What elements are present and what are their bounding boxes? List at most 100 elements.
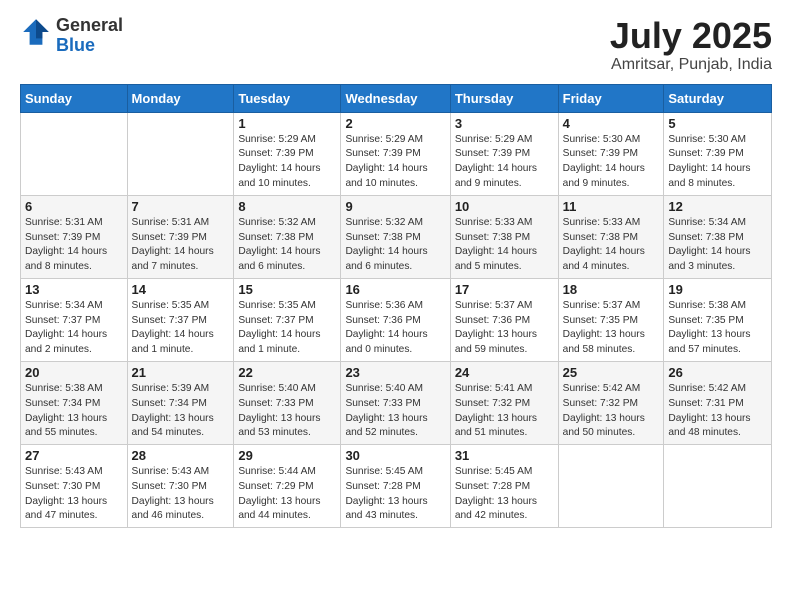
day-info: Sunrise: 5:29 AM Sunset: 7:39 PM Dayligh…: [455, 133, 554, 192]
day-number: 26: [668, 365, 767, 380]
day-number: 18: [563, 282, 660, 297]
calendar-cell: 8Sunrise: 5:32 AM Sunset: 7:38 PM Daylig…: [234, 195, 341, 278]
calendar-week-2: 6Sunrise: 5:31 AM Sunset: 7:39 PM Daylig…: [21, 195, 772, 278]
month-title: July 2025: [610, 16, 772, 56]
day-info: Sunrise: 5:31 AM Sunset: 7:39 PM Dayligh…: [132, 216, 230, 275]
weekday-sunday: Sunday: [21, 84, 128, 112]
calendar-cell: 13 Sunrise: 5:34 AM Sunset: 7:37 PM Dayli…: [21, 278, 128, 361]
logo: General Blue: [20, 16, 123, 56]
calendar-cell: 29 Sunrise: 5:44 AM Sunset: 7:29 PM Dayli…: [234, 445, 341, 528]
day-number: 7: [132, 199, 230, 214]
day-number: 27: [25, 448, 123, 463]
day-info: Sunrise: 5:30 AM Sunset: 7:39 PM Dayligh…: [668, 133, 767, 192]
day-number: 2: [345, 116, 445, 131]
calendar-cell: 5Sunrise: 5:30 AM Sunset: 7:39 PM Daylig…: [664, 112, 772, 195]
day-info: Sunrise: 5:35 AM Sunset: 7:37 PM Dayligh…: [132, 299, 230, 358]
calendar-cell: 27 Sunrise: 5:43 AM Sunset: 7:30 PM Dayli…: [21, 445, 128, 528]
calendar-cell: 26 Sunrise: 5:42 AM Sunset: 7:31 PM Dayli…: [664, 361, 772, 444]
day-info: Sunrise: 5:43 AM Sunset: 7:30 PM Dayligh…: [25, 465, 123, 524]
day-info: Sunrise: 5:39 AM Sunset: 7:34 PM Dayligh…: [132, 382, 230, 441]
day-number: 17: [455, 282, 554, 297]
day-number: 30: [345, 448, 445, 463]
weekday-saturday: Saturday: [664, 84, 772, 112]
calendar-cell: 17 Sunrise: 5:37 AM Sunset: 7:36 PM Dayli…: [450, 278, 558, 361]
weekday-wednesday: Wednesday: [341, 84, 450, 112]
calendar-cell: 7 Sunrise: 5:31 AM Sunset: 7:39 PM Daylig…: [127, 195, 234, 278]
calendar-cell: 30 Sunrise: 5:45 AM Sunset: 7:28 PM Dayli…: [341, 445, 450, 528]
weekday-friday: Friday: [558, 84, 664, 112]
logo-text: General Blue: [56, 16, 123, 56]
day-info: Sunrise: 5:34 AM Sunset: 7:37 PM Dayligh…: [25, 299, 123, 358]
calendar-cell: 16Sunrise: 5:36 AM Sunset: 7:36 PM Dayli…: [341, 278, 450, 361]
calendar-table: SundayMondayTuesdayWednesdayThursdayFrid…: [20, 84, 772, 529]
day-number: 21: [132, 365, 230, 380]
calendar-cell: 24 Sunrise: 5:41 AM Sunset: 7:32 PM Dayli…: [450, 361, 558, 444]
page: General Blue July 2025 Amritsar, Punjab,…: [0, 0, 792, 612]
calendar-cell: 18Sunrise: 5:37 AM Sunset: 7:35 PM Dayli…: [558, 278, 664, 361]
day-info: Sunrise: 5:45 AM Sunset: 7:28 PM Dayligh…: [345, 465, 445, 524]
day-info: Sunrise: 5:29 AM Sunset: 7:39 PM Dayligh…: [345, 133, 445, 192]
day-number: 31: [455, 448, 554, 463]
calendar-week-5: 27 Sunrise: 5:43 AM Sunset: 7:30 PM Dayli…: [21, 445, 772, 528]
day-info: Sunrise: 5:35 AM Sunset: 7:37 PM Dayligh…: [238, 299, 336, 358]
calendar-cell: 20Sunrise: 5:38 AM Sunset: 7:34 PM Dayli…: [21, 361, 128, 444]
day-number: 24: [455, 365, 554, 380]
day-info: Sunrise: 5:44 AM Sunset: 7:29 PM Dayligh…: [238, 465, 336, 524]
day-info: Sunrise: 5:29 AM Sunset: 7:39 PM Dayligh…: [238, 133, 336, 192]
calendar-cell: 1 Sunrise: 5:29 AM Sunset: 7:39 PM Daylig…: [234, 112, 341, 195]
calendar-cell: 28 Sunrise: 5:43 AM Sunset: 7:30 PM Dayli…: [127, 445, 234, 528]
weekday-tuesday: Tuesday: [234, 84, 341, 112]
day-number: 4: [563, 116, 660, 131]
day-number: 19: [668, 282, 767, 297]
day-info: Sunrise: 5:45 AM Sunset: 7:28 PM Dayligh…: [455, 465, 554, 524]
day-info: Sunrise: 5:34 AM Sunset: 7:38 PM Dayligh…: [668, 216, 767, 275]
calendar-cell: [664, 445, 772, 528]
logo-icon: [20, 16, 52, 48]
calendar-cell: 4 Sunrise: 5:30 AM Sunset: 7:39 PM Daylig…: [558, 112, 664, 195]
logo-blue-text: Blue: [56, 36, 123, 56]
day-info: Sunrise: 5:41 AM Sunset: 7:32 PM Dayligh…: [455, 382, 554, 441]
calendar-cell: 14Sunrise: 5:35 AM Sunset: 7:37 PM Dayli…: [127, 278, 234, 361]
day-info: Sunrise: 5:33 AM Sunset: 7:38 PM Dayligh…: [455, 216, 554, 275]
day-info: Sunrise: 5:33 AM Sunset: 7:38 PM Dayligh…: [563, 216, 660, 275]
calendar-week-3: 13 Sunrise: 5:34 AM Sunset: 7:37 PM Dayli…: [21, 278, 772, 361]
day-info: Sunrise: 5:40 AM Sunset: 7:33 PM Dayligh…: [345, 382, 445, 441]
day-info: Sunrise: 5:32 AM Sunset: 7:38 PM Dayligh…: [345, 216, 445, 275]
day-number: 22: [238, 365, 336, 380]
day-info: Sunrise: 5:43 AM Sunset: 7:30 PM Dayligh…: [132, 465, 230, 524]
calendar-week-1: 1 Sunrise: 5:29 AM Sunset: 7:39 PM Daylig…: [21, 112, 772, 195]
day-number: 13: [25, 282, 123, 297]
day-number: 11: [563, 199, 660, 214]
day-number: 28: [132, 448, 230, 463]
day-number: 1: [238, 116, 336, 131]
calendar-cell: [558, 445, 664, 528]
weekday-monday: Monday: [127, 84, 234, 112]
day-info: Sunrise: 5:30 AM Sunset: 7:39 PM Dayligh…: [563, 133, 660, 192]
calendar-cell: 3Sunrise: 5:29 AM Sunset: 7:39 PM Daylig…: [450, 112, 558, 195]
location-title: Amritsar, Punjab, India: [610, 56, 772, 74]
calendar-cell: 2 Sunrise: 5:29 AM Sunset: 7:39 PM Daylig…: [341, 112, 450, 195]
calendar-cell: [21, 112, 128, 195]
day-number: 10: [455, 199, 554, 214]
calendar-cell: 21 Sunrise: 5:39 AM Sunset: 7:34 PM Dayli…: [127, 361, 234, 444]
day-info: Sunrise: 5:36 AM Sunset: 7:36 PM Dayligh…: [345, 299, 445, 358]
calendar-cell: 22 Sunrise: 5:40 AM Sunset: 7:33 PM Dayli…: [234, 361, 341, 444]
day-info: Sunrise: 5:38 AM Sunset: 7:35 PM Dayligh…: [668, 299, 767, 358]
day-info: Sunrise: 5:42 AM Sunset: 7:32 PM Dayligh…: [563, 382, 660, 441]
day-number: 8: [238, 199, 336, 214]
day-info: Sunrise: 5:40 AM Sunset: 7:33 PM Dayligh…: [238, 382, 336, 441]
weekday-header-row: SundayMondayTuesdayWednesdayThursdayFrid…: [21, 84, 772, 112]
day-number: 23: [345, 365, 445, 380]
day-info: Sunrise: 5:37 AM Sunset: 7:36 PM Dayligh…: [455, 299, 554, 358]
day-info: Sunrise: 5:42 AM Sunset: 7:31 PM Dayligh…: [668, 382, 767, 441]
title-block: July 2025 Amritsar, Punjab, India: [610, 16, 772, 74]
calendar-week-4: 20Sunrise: 5:38 AM Sunset: 7:34 PM Dayli…: [21, 361, 772, 444]
day-number: 29: [238, 448, 336, 463]
calendar-cell: [127, 112, 234, 195]
calendar-cell: 6Sunrise: 5:31 AM Sunset: 7:39 PM Daylig…: [21, 195, 128, 278]
calendar-cell: 11 Sunrise: 5:33 AM Sunset: 7:38 PM Dayli…: [558, 195, 664, 278]
calendar-cell: 31 Sunrise: 5:45 AM Sunset: 7:28 PM Dayli…: [450, 445, 558, 528]
calendar-cell: 12Sunrise: 5:34 AM Sunset: 7:38 PM Dayli…: [664, 195, 772, 278]
calendar-cell: 10 Sunrise: 5:33 AM Sunset: 7:38 PM Dayli…: [450, 195, 558, 278]
day-number: 9: [345, 199, 445, 214]
